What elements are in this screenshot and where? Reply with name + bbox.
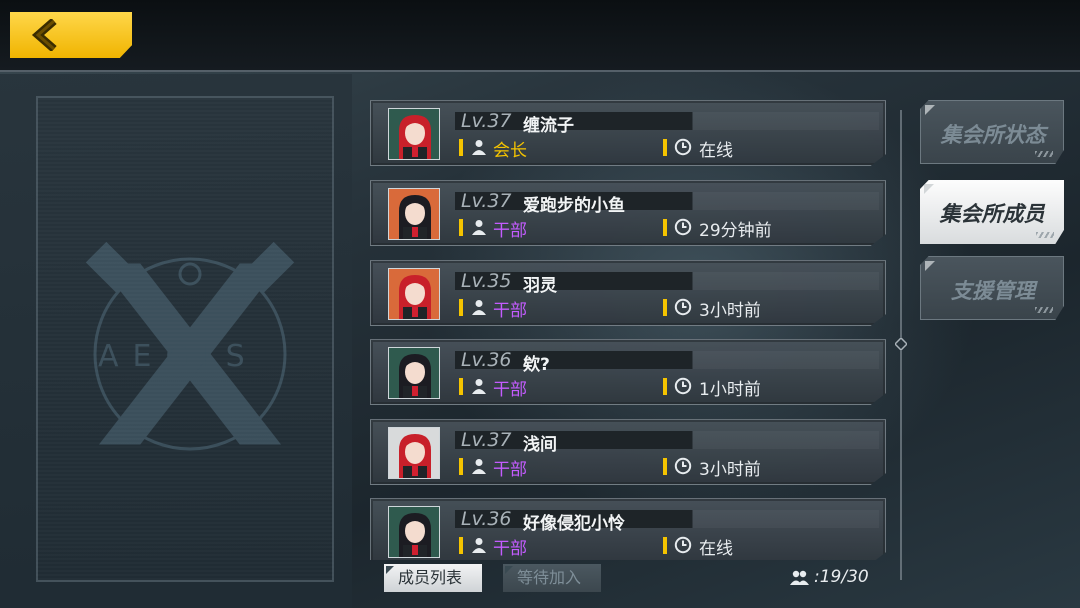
member-level: Lv.37 <box>461 110 512 132</box>
dark-hair-girl-icon <box>399 513 431 557</box>
member-avatar[interactable] <box>388 108 440 160</box>
member-level: Lv.37 <box>461 429 512 451</box>
member-role: 干部 <box>493 301 527 321</box>
tab-corner <box>386 566 394 574</box>
tab-pending-join-label: 等待加入 <box>517 568 582 587</box>
member-count: :19/30 <box>790 567 869 587</box>
member-card[interactable]: Lv.35 羽灵 干部 3小时前 <box>370 260 886 326</box>
tab-corner <box>925 105 935 115</box>
member-last-online: 在线 <box>699 141 733 161</box>
status-marker <box>663 537 667 554</box>
person-icon <box>472 300 486 315</box>
tab-pending-join[interactable]: 等待加入 <box>503 564 601 592</box>
member-role: 会长 <box>493 141 527 161</box>
member-card[interactable]: Lv.37 爱跑步的小鱼 干部 29分钟前 <box>370 180 886 246</box>
tab-member-list-label: 成员列表 <box>398 568 463 587</box>
member-last-online: 3小时前 <box>699 460 761 480</box>
tab-member-list[interactable]: 成员列表 <box>384 564 482 592</box>
member-avatar[interactable] <box>388 268 440 320</box>
dark-hair-girl-icon <box>399 195 431 239</box>
role-marker <box>459 378 463 395</box>
status-marker <box>663 299 667 316</box>
member-role: 干部 <box>493 380 527 400</box>
member-name: 羽灵 <box>523 276 557 296</box>
clock-icon <box>674 298 692 316</box>
member-role: 干部 <box>493 539 527 559</box>
status-marker <box>663 139 667 156</box>
member-card[interactable]: Lv.36 好像侵犯小怜 干部 在线 <box>370 498 886 560</box>
person-icon <box>472 538 486 553</box>
member-name: 缠流子 <box>523 116 574 136</box>
role-marker <box>459 299 463 316</box>
member-role: 干部 <box>493 460 527 480</box>
clock-icon <box>674 138 692 156</box>
member-list: Lv.37 缠流子 会长 在线 Lv.37 爱跑步的小鱼 干部 29分钟前 Lv… <box>370 100 888 560</box>
name-strip <box>455 192 879 210</box>
role-marker <box>459 537 463 554</box>
member-card[interactable]: Lv.37 浅间 干部 3小时前 <box>370 419 886 485</box>
member-avatar[interactable] <box>388 427 440 479</box>
status-marker <box>663 219 667 236</box>
role-marker <box>459 458 463 475</box>
back-button[interactable] <box>10 12 132 58</box>
clock-icon <box>674 218 692 236</box>
member-avatar[interactable] <box>388 347 440 399</box>
person-icon <box>472 379 486 394</box>
person-icon <box>472 459 486 474</box>
emblem-text: AEGIS <box>98 339 259 374</box>
name-strip <box>455 112 879 130</box>
tab-corner <box>505 566 513 574</box>
clock-icon <box>674 377 692 395</box>
member-last-online: 在线 <box>699 539 733 559</box>
guild-emblem-icon: AEGIS <box>85 241 295 451</box>
member-last-online: 1小时前 <box>699 380 761 400</box>
member-count-value: :19/30 <box>814 567 869 587</box>
member-name: 好像侵犯小怜 <box>523 514 625 534</box>
member-last-online: 29分钟前 <box>699 221 772 241</box>
top-bar <box>0 0 1080 72</box>
person-icon <box>472 140 486 155</box>
tab-stripes <box>1035 307 1053 313</box>
tab-support-management[interactable]: 支援管理 <box>920 256 1064 320</box>
role-marker <box>459 139 463 156</box>
red-hair-girl-icon <box>399 275 431 319</box>
member-avatar[interactable] <box>388 506 440 558</box>
member-level: Lv.37 <box>461 190 512 212</box>
guild-emblem-panel: AEGIS <box>0 74 352 608</box>
clock-icon <box>674 457 692 475</box>
member-level: Lv.36 <box>461 349 512 371</box>
status-marker <box>663 378 667 395</box>
member-last-online: 3小时前 <box>699 301 761 321</box>
member-name: 欸? <box>523 355 550 375</box>
tab-label: 集会所成员 <box>939 202 1045 226</box>
member-role: 干部 <box>493 221 527 241</box>
member-card[interactable]: Lv.36 欸? 干部 1小时前 <box>370 339 886 405</box>
tab-label: 支援管理 <box>951 279 1035 303</box>
tab-guild-status[interactable]: 集会所状态 <box>920 100 1064 164</box>
tab-label: 集会所状态 <box>940 123 1046 147</box>
tab-corner <box>925 261 935 271</box>
clock-icon <box>674 536 692 554</box>
name-strip <box>455 351 879 369</box>
dark-hair-girl-icon <box>399 354 431 398</box>
member-name: 爱跑步的小鱼 <box>523 196 625 216</box>
member-avatar[interactable] <box>388 188 440 240</box>
tab-stripes <box>1035 151 1053 157</box>
name-strip <box>455 431 879 449</box>
red-hair-girl-icon <box>399 115 431 159</box>
member-level: Lv.35 <box>461 270 512 292</box>
red-hair-girl-icon <box>399 434 431 478</box>
role-marker <box>459 219 463 236</box>
member-level: Lv.36 <box>461 508 512 530</box>
member-name: 浅间 <box>523 435 557 455</box>
scrollbar-handle[interactable] <box>895 338 907 350</box>
tab-corner <box>924 184 934 194</box>
status-marker <box>663 458 667 475</box>
tab-guild-members[interactable]: 集会所成员 <box>920 180 1064 244</box>
name-strip <box>455 510 879 528</box>
person-icon <box>472 220 486 235</box>
name-strip <box>455 272 879 290</box>
tab-stripes <box>1036 232 1054 238</box>
member-card[interactable]: Lv.37 缠流子 会长 在线 <box>370 100 886 166</box>
